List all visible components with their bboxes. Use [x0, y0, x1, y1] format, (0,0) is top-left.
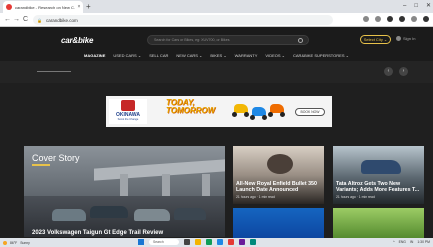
user-icon — [396, 36, 401, 41]
tab-close-icon[interactable]: × — [75, 4, 83, 10]
url-input[interactable]: 🔒 carandbike.com — [33, 15, 333, 25]
news-meta: 21 hours ago · 1 min read — [336, 195, 375, 199]
share-icon[interactable] — [363, 16, 369, 22]
ad-tagline: Scoot the Change — [117, 118, 139, 121]
news-thumbnail[interactable] — [333, 208, 424, 238]
scooter-blue-image — [250, 105, 268, 121]
minimize-button[interactable]: – — [403, 1, 406, 11]
scroll-left-button[interactable]: ‹ — [384, 67, 393, 76]
site-logo[interactable]: car&bike — [61, 36, 93, 45]
nav-superstores[interactable]: CAR&BIKE SUPERSTORES ⌄ — [293, 51, 349, 60]
language-indicator[interactable]: ENG — [399, 239, 406, 246]
car-image — [174, 208, 206, 220]
search-placeholder: Search for Cars or Bikes, eg: XUV700, or… — [154, 38, 230, 42]
system-tray: ^ ENG IN 1:30 PM — [393, 239, 430, 246]
tab-title: carandbike - Research on New C... — [15, 4, 75, 10]
nav-sell-car[interactable]: SELL CAR — [149, 51, 168, 60]
ad-headline: TODAY, TOMORROW — [166, 98, 216, 115]
nav-used-cars[interactable]: USED CARS ⌄ — [113, 51, 141, 60]
news-card[interactable]: All-New Royal Enfield Bullet 350 Launch … — [233, 146, 324, 204]
cover-story-label: Cover Story — [32, 153, 80, 163]
tray-chevron-icon[interactable]: ^ — [393, 239, 395, 246]
url-text: carandbike.com — [45, 17, 78, 23]
task-view-icon[interactable] — [184, 239, 190, 245]
sign-in-link[interactable]: Sign In — [396, 36, 415, 41]
cover-story-card[interactable]: Cover Story 2023 Volkswagen Taigun Gt Ed… — [24, 146, 225, 237]
car-image — [134, 209, 170, 221]
car-image — [52, 209, 86, 221]
nav-new-cars[interactable]: NEW CARS ⌄ — [176, 51, 202, 60]
weather-temp: 86°F — [10, 240, 18, 245]
puzzle-icon[interactable] — [399, 16, 405, 22]
news-card[interactable]: Tata Altroz Gets Two New Variants; Adds … — [333, 146, 424, 204]
forward-button[interactable]: → — [13, 15, 20, 24]
nav-videos[interactable]: VIDEOS ⌄ — [265, 51, 285, 60]
window-controls: – □ ✕ — [403, 1, 431, 11]
app-icon[interactable] — [239, 239, 245, 245]
nav-magazine[interactable]: MAGAZINE — [84, 51, 106, 62]
chrome-icon[interactable] — [206, 239, 212, 245]
main-nav: MAGAZINE USED CARS ⌄ SELL CAR NEW CARS ⌄… — [0, 51, 433, 62]
nav-warranty[interactable]: WARRANTY — [235, 51, 258, 60]
car-image — [90, 206, 128, 218]
news-title[interactable]: All-New Royal Enfield Bullet 350 Launch … — [236, 181, 322, 193]
ad-banner[interactable]: OKINAWA Scoot the Change TODAY, TOMORROW… — [106, 96, 332, 127]
region-indicator: IN — [409, 240, 414, 244]
motorcycle-image — [267, 154, 293, 174]
os-taskbar: 86°F Sunny Search ^ ENG IN 1:30 PM — [0, 238, 433, 247]
app-icon[interactable] — [250, 239, 256, 245]
browser-tab[interactable]: carandbike - Research on New C... × — [3, 1, 83, 13]
site-search-input[interactable]: Search for Cars or Bikes, eg: XUV700, or… — [147, 35, 309, 45]
car-image — [361, 160, 401, 174]
edge-icon[interactable] — [217, 239, 223, 245]
scooter-yellow-image — [232, 102, 250, 118]
cover-story-underline — [32, 164, 50, 166]
reload-button[interactable]: C — [23, 15, 28, 24]
menu-icon[interactable] — [423, 16, 429, 22]
select-city-button[interactable]: Select City ⌄ — [360, 35, 391, 44]
sub-nav-strip: ‹ › — [0, 61, 433, 83]
scooter-orange-image — [268, 102, 286, 118]
search-icon[interactable] — [298, 37, 303, 43]
news-meta: 21 hours ago · 1 min read — [236, 195, 275, 199]
bookmark-star-icon[interactable] — [375, 16, 381, 22]
book-now-button[interactable]: BOOK NOW — [295, 108, 325, 116]
taskbar-search[interactable]: Search — [149, 239, 179, 245]
file-explorer-icon[interactable] — [195, 239, 201, 245]
extension-toolbar — [363, 16, 429, 22]
browser-tab-bar: carandbike - Research on New C... × + – … — [0, 0, 433, 13]
sun-icon — [3, 240, 7, 245]
address-bar-row: ← → C 🔒 carandbike.com — [0, 13, 433, 27]
sign-in-label: Sign In — [403, 36, 416, 41]
news-thumbnail[interactable] — [233, 208, 324, 238]
extension-icon[interactable] — [387, 16, 393, 22]
okinawa-logo: OKINAWA Scoot the Change — [109, 99, 147, 124]
maximize-button[interactable]: □ — [414, 1, 418, 11]
lock-icon: 🔒 — [37, 17, 42, 23]
nav-bikes[interactable]: BIKES ⌄ — [210, 51, 226, 60]
windows-start-icon[interactable] — [138, 239, 144, 245]
back-button[interactable]: ← — [4, 15, 11, 24]
sub-nav-divider — [37, 71, 71, 72]
weather-note: Sunny — [20, 240, 30, 245]
taskbar-apps: Search — [138, 239, 256, 245]
close-window-button[interactable]: ✕ — [426, 1, 431, 11]
app-icon[interactable] — [228, 239, 234, 245]
clock[interactable]: 1:30 PM — [417, 239, 430, 246]
weather-widget[interactable]: 86°F Sunny — [3, 240, 30, 245]
okinawa-badge-icon — [121, 100, 135, 111]
news-title[interactable]: Tata Altroz Gets Two New Variants; Adds … — [336, 181, 422, 193]
new-tab-button[interactable]: + — [86, 1, 91, 12]
scroll-right-button[interactable]: › — [399, 67, 408, 76]
site-favicon-icon — [6, 4, 12, 10]
profile-icon[interactable] — [411, 16, 417, 22]
cover-story-caption[interactable]: 2023 Volkswagen Taigun Gt Edge Trail Rev… — [32, 230, 163, 236]
